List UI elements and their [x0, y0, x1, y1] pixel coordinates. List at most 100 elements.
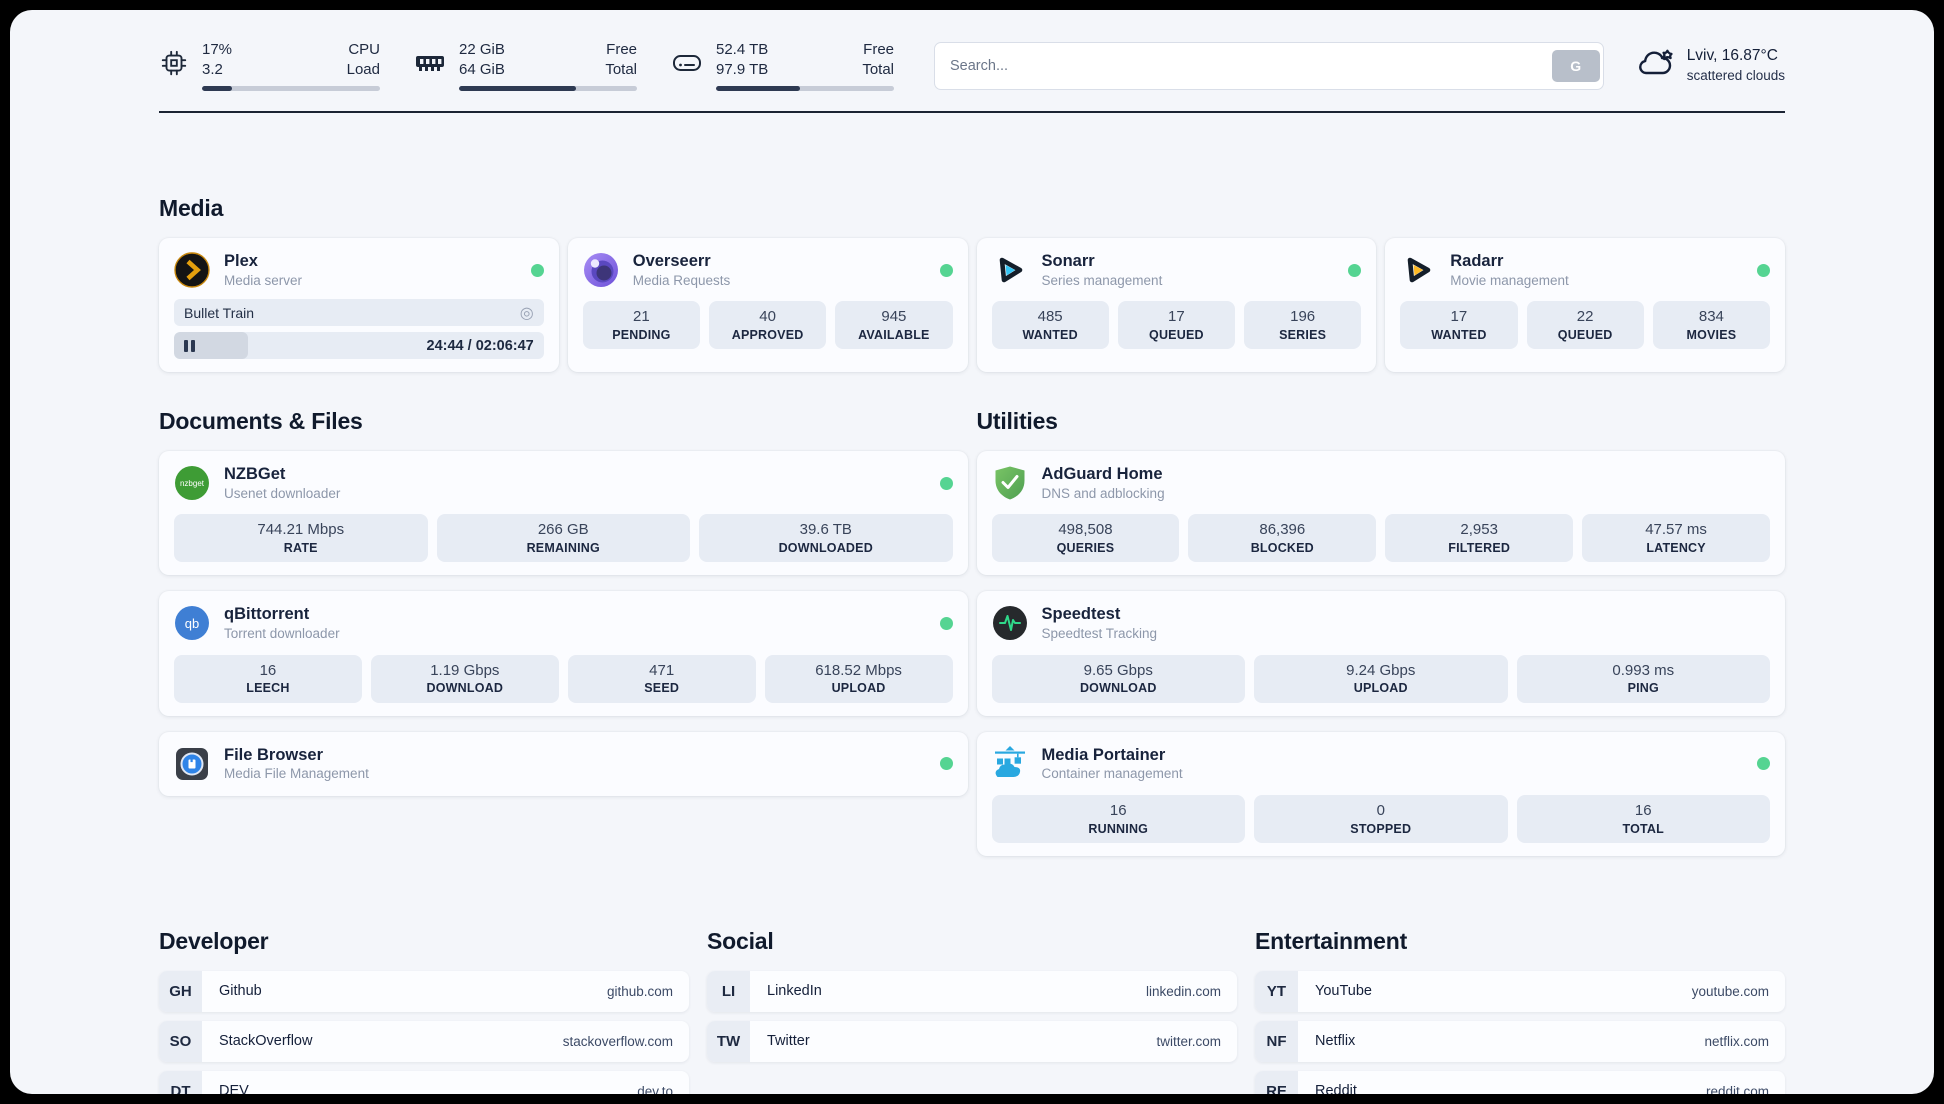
- link-stackoverflow[interactable]: SO StackOverflow stackoverflow.com: [159, 1020, 689, 1062]
- status-dot: [1348, 263, 1362, 277]
- link-github[interactable]: GH Github github.com: [159, 970, 689, 1012]
- app-card-filebrowser[interactable]: File Browser Media File Management: [159, 731, 968, 796]
- portainer-icon: [992, 745, 1028, 782]
- link-name: LinkedIn: [767, 983, 822, 1000]
- app-card-sonarr[interactable]: Sonarr Series management 485 WANTED 17 QUE…: [976, 238, 1377, 373]
- app-card-radarr[interactable]: Radarr Movie management 17 WANTED 22 QUEUE…: [1385, 238, 1785, 373]
- app-card-qbittorrent[interactable]: qb qBittorrent Torrent downloader 16 LEEC…: [159, 591, 968, 716]
- link-abbr: NF: [1255, 1020, 1298, 1062]
- cpu-stat: 17% 3.2 CPU Load: [159, 40, 380, 91]
- status-dot: [1757, 757, 1770, 771]
- disk-icon: [671, 50, 703, 81]
- ram-progressbar: [459, 86, 637, 91]
- disk-stat: 52.4 TB 97.9 TB Free Total: [671, 40, 894, 91]
- app-subtitle: Movie management: [1450, 272, 1569, 288]
- app-subtitle: Media File Management: [224, 766, 369, 782]
- ram-total-value: 64 GiB: [459, 60, 505, 78]
- stat-filtered: 2,953 FILTERED: [1385, 514, 1574, 563]
- app-subtitle: Media Requests: [632, 272, 731, 288]
- stat-download: 9.65 Gbps DOWNLOAD: [991, 654, 1245, 703]
- weather-widget: Lviv, 16.87°C scattered clouds: [1636, 46, 1785, 85]
- stat-wanted: 485 WANTED: [991, 301, 1109, 350]
- disk-label-bottom: Total: [862, 60, 894, 78]
- stat-blocked: 86,396 BLOCKED: [1188, 514, 1377, 563]
- link-netflix[interactable]: NF Netflix netflix.com: [1255, 1020, 1785, 1062]
- app-card-plex[interactable]: Plex Media server Bullet Train ◎ 24:44 /…: [159, 238, 559, 373]
- app-card-nzbget[interactable]: nzbget NZBGet Usenet downloader 744.21 M…: [159, 451, 968, 576]
- cpu-load-value: 3.2: [202, 60, 223, 78]
- link-abbr: YT: [1255, 970, 1298, 1012]
- header-divider: [159, 111, 1785, 113]
- cpu-progress-fill: [202, 86, 233, 91]
- social-section-title: Social: [707, 927, 774, 954]
- stat-queued: 22 QUEUED: [1526, 301, 1644, 350]
- status-dot: [530, 263, 544, 277]
- app-card-adguard[interactable]: AdGuard Home DNS and adblocking 498,508 Q…: [976, 451, 1785, 576]
- section-social: Social LI LinkedIn linkedin.com TW Twitt…: [707, 928, 1237, 1094]
- section-media: Media Plex Media server Bullet Train ◎ 2…: [159, 195, 1785, 373]
- screen-frame: 17% 3.2 CPU Load 22 GiB 64 GiB Free Tota…: [0, 0, 1944, 1104]
- link-name: Reddit: [1315, 1083, 1357, 1094]
- radarr-icon: [1400, 252, 1436, 288]
- app-subtitle: Usenet downloader: [224, 485, 341, 501]
- link-abbr: RE: [1255, 1070, 1298, 1094]
- disk-total-value: 97.9 TB: [716, 60, 769, 78]
- link-abbr: GH: [159, 970, 202, 1012]
- system-stats: 17% 3.2 CPU Load 22 GiB 64 GiB Free Tota…: [159, 40, 894, 91]
- status-dot: [1757, 263, 1770, 277]
- stat-seed: 471 SEED: [567, 654, 756, 703]
- app-name: NZBGet: [224, 465, 286, 484]
- qbittorrent-icon: qb: [174, 605, 210, 641]
- media-section-title: Media: [159, 195, 224, 221]
- link-twitter[interactable]: TW Twitter twitter.com: [707, 1020, 1237, 1062]
- link-name: Twitter: [767, 1033, 810, 1050]
- app-subtitle: Speedtest Tracking: [1041, 625, 1158, 641]
- pause-icon[interactable]: [184, 339, 195, 352]
- link-dev[interactable]: DT DEV dev.to: [159, 1070, 689, 1094]
- svg-text:qb: qb: [185, 616, 199, 631]
- app-card-portainer[interactable]: Media Portainer Container management 16 R…: [976, 731, 1785, 856]
- sonarr-icon: [992, 252, 1028, 288]
- disk-free-value: 52.4 TB: [716, 41, 769, 58]
- link-url: youtube.com: [1691, 983, 1769, 999]
- status-dot: [939, 476, 953, 490]
- stat-leech: 16 LEECH: [174, 654, 362, 703]
- link-url: stackoverflow.com: [562, 1033, 673, 1049]
- link-name: Github: [219, 983, 262, 1000]
- link-youtube[interactable]: YT YouTube youtube.com: [1255, 970, 1785, 1012]
- link-name: Netflix: [1315, 1033, 1356, 1050]
- status-dot: [939, 616, 953, 630]
- stat-available: 945 AVAILABLE: [835, 301, 953, 350]
- search-bar: G: [934, 41, 1604, 90]
- app-subtitle: Container management: [1041, 766, 1183, 782]
- app-subtitle: Torrent downloader: [224, 625, 340, 641]
- app-card-speedtest[interactable]: Speedtest Speedtest Tracking 9.65 Gbps DO…: [976, 591, 1785, 716]
- app-name: AdGuard Home: [1041, 465, 1163, 484]
- section-developer: Developer GH Github github.com SO StackO…: [159, 928, 689, 1094]
- entertainment-section-title: Entertainment: [1255, 927, 1408, 954]
- link-url: dev.to: [637, 1083, 673, 1094]
- ram-label-top: Free: [606, 41, 637, 58]
- link-url: reddit.com: [1705, 1083, 1769, 1094]
- stat-series: 196 SERIES: [1244, 301, 1362, 350]
- adguard-icon: [992, 465, 1028, 501]
- search-engine-button[interactable]: G: [1551, 49, 1600, 82]
- session-details-icon[interactable]: ◎: [520, 303, 534, 323]
- link-linkedin[interactable]: LI LinkedIn linkedin.com: [707, 970, 1237, 1012]
- status-dot: [939, 757, 953, 771]
- cpu-icon: [159, 48, 189, 83]
- now-playing-title: Bullet Train: [184, 304, 255, 321]
- stat-ping: 0.993 ms PING: [1516, 654, 1770, 703]
- app-subtitle: DNS and adblocking: [1041, 485, 1165, 501]
- section-entertainment: Entertainment YT YouTube youtube.com NF …: [1255, 928, 1785, 1094]
- ram-label-bottom: Total: [605, 60, 637, 78]
- stat-remaining: 266 GB REMAINING: [436, 514, 690, 563]
- stat-approved: 40 APPROVED: [709, 301, 827, 350]
- link-abbr: TW: [707, 1020, 750, 1062]
- stat-upload: 9.24 Gbps UPLOAD: [1254, 654, 1508, 703]
- app-card-overseerr[interactable]: Overseerr Media Requests 21 PENDING 40 APP…: [567, 238, 968, 373]
- documents-section-title: Documents & Files: [159, 408, 363, 435]
- cpu-progressbar: [202, 86, 380, 91]
- link-reddit[interactable]: RE Reddit reddit.com: [1255, 1070, 1785, 1094]
- search-input[interactable]: [938, 57, 1552, 74]
